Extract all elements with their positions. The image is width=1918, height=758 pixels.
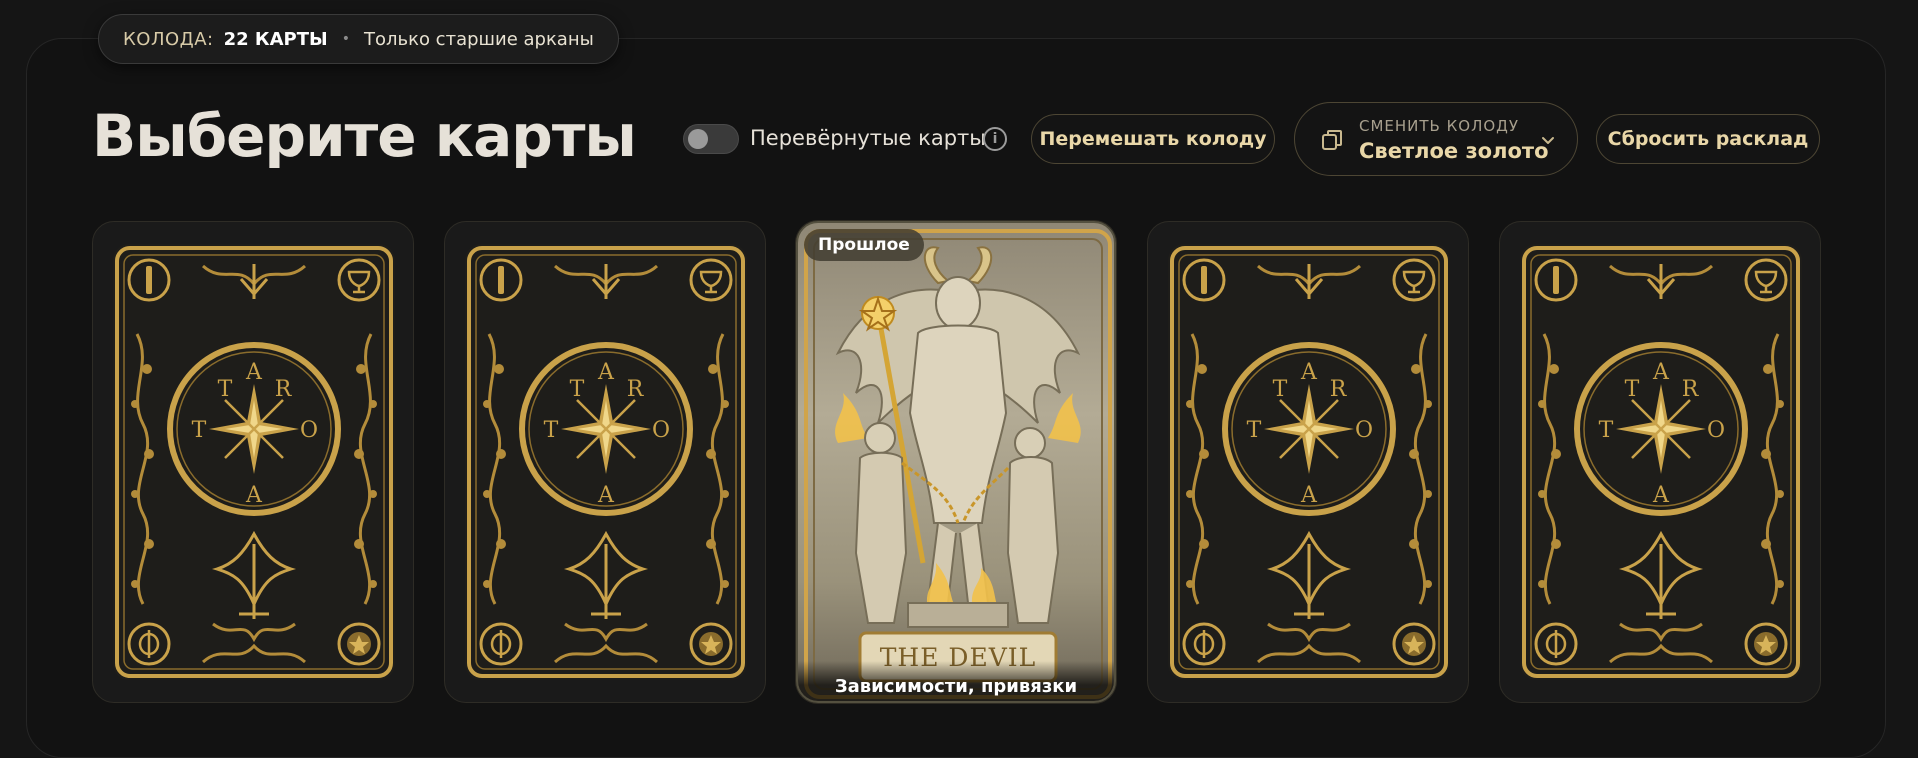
reset-spread-button[interactable]: Сбросить расклад	[1596, 114, 1820, 164]
toggle-knob	[688, 129, 708, 149]
separator-dot: •	[341, 31, 350, 47]
deck-note: Только старшие арканы	[363, 28, 594, 50]
selected-deck-value: Светлое золото	[1359, 139, 1549, 163]
cards-icon	[1322, 130, 1342, 150]
change-deck-select[interactable]: СМЕНИТЬ КОЛОДУ Светлое золото	[1294, 102, 1578, 176]
card-meaning: Зависимости, привязки	[798, 661, 1114, 701]
card-slot-1[interactable]	[92, 221, 414, 703]
deck-label: КОЛОДА:	[123, 28, 214, 50]
reversed-cards-toggle[interactable]	[683, 124, 739, 154]
card-back-1	[113, 244, 395, 680]
reversed-cards-label: Перевёрнутые карты	[750, 126, 986, 150]
position-badge: Прошлое	[804, 229, 924, 261]
deck-info-pill: КОЛОДА: 22 КАРТЫ • Только старшие арканы	[98, 14, 619, 64]
change-deck-label: СМЕНИТЬ КОЛОДУ	[1359, 117, 1520, 135]
page-title: Выберите карты	[92, 102, 637, 170]
info-icon[interactable]: i	[983, 127, 1007, 151]
deck-count: 22 КАРТЫ	[223, 28, 328, 50]
card-back-4	[1168, 244, 1450, 680]
card-back-5	[1520, 244, 1802, 680]
shuffle-deck-button[interactable]: Перемешать колоду	[1031, 114, 1275, 164]
drawn-card[interactable]: THE DEVIL Прошлое Зависимости, привязки	[796, 221, 1116, 703]
devil-card-illustration	[804, 229, 1112, 699]
card-slot-4[interactable]	[1147, 221, 1469, 703]
card-back-2	[465, 244, 747, 680]
card-slot-2[interactable]	[444, 221, 766, 703]
card-slot-5[interactable]	[1499, 221, 1821, 703]
chevron-down-icon	[1542, 137, 1554, 144]
